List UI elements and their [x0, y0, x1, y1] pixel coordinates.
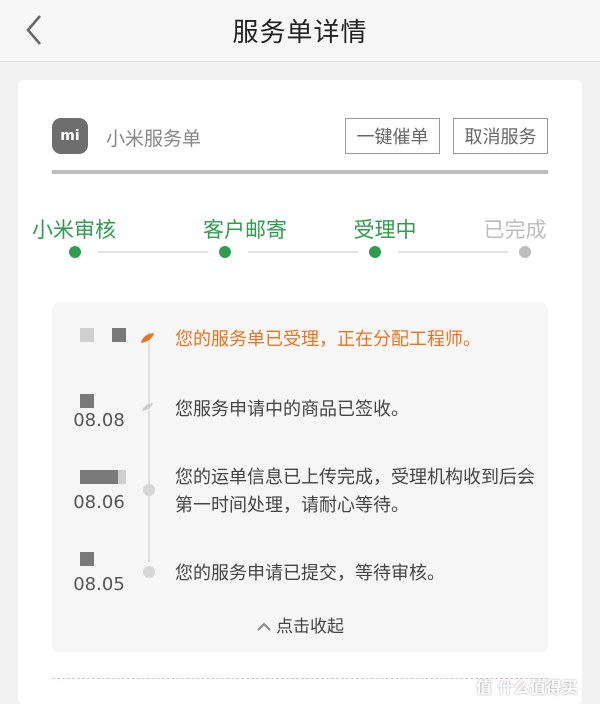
redacted-time	[118, 470, 126, 484]
timeline-item-date: 08.06	[73, 492, 125, 513]
watermark: 值 什么值得买	[476, 678, 578, 697]
step-label-completed: 已完成	[483, 218, 547, 242]
step-connector	[398, 251, 508, 253]
redacted-date	[112, 328, 126, 342]
step-connector	[248, 251, 358, 253]
collapse-button[interactable]: 点击收起	[52, 612, 548, 637]
redacted-date	[80, 328, 94, 342]
divider	[52, 170, 548, 174]
service-order-card: mi 小米服务单 一键催单 取消服务 小米审核 客户邮寄 受理中 已完成 您的服…	[18, 80, 582, 704]
step-dot	[519, 246, 531, 258]
dashed-divider	[52, 678, 548, 679]
step-label-review: 小米审核	[32, 218, 116, 242]
step-dot	[219, 246, 231, 258]
page-title: 服务单详情	[232, 18, 368, 48]
timeline-item-date: 08.08	[73, 410, 125, 431]
redacted-time	[80, 552, 94, 566]
cancel-service-button[interactable]: 取消服务	[453, 118, 548, 154]
nav-bar: 服务单详情	[0, 0, 600, 62]
step-dot	[369, 246, 381, 258]
timeline-line	[148, 332, 150, 562]
timeline-item-text: 您服务申请中的商品已签收。	[175, 399, 409, 420]
chevron-up-icon	[257, 622, 271, 631]
mi-logo-icon: mi	[52, 118, 88, 154]
urge-order-button[interactable]: 一键催单	[345, 118, 440, 154]
leaf-icon	[142, 403, 153, 411]
collapse-label: 点击收起	[276, 617, 344, 637]
timeline-dot	[143, 566, 155, 578]
step-dot	[69, 246, 81, 258]
redacted-time	[80, 394, 94, 408]
timeline-item-date: 08.05	[73, 574, 125, 595]
timeline-item-text: 您的运单信息已上传完成，受理机构收到后会第一时间处理，请耐心等待。	[175, 467, 535, 516]
step-connector	[98, 251, 208, 253]
timeline-dot	[143, 484, 155, 496]
shop-name: 小米服务单	[106, 128, 202, 150]
step-label-mail: 客户邮寄	[203, 218, 287, 242]
step-label-processing: 受理中	[353, 218, 417, 242]
redacted-time	[80, 470, 118, 484]
timeline-item-text: 您的服务申请已提交，等待审核。	[175, 563, 445, 584]
current-status-icon	[141, 333, 154, 343]
timeline-panel: 您的服务单已受理，正在分配工程师。 08.08 您服务申请中的商品已签收。 08…	[52, 302, 548, 652]
timeline-item-text: 您的服务单已受理，正在分配工程师。	[175, 329, 481, 350]
